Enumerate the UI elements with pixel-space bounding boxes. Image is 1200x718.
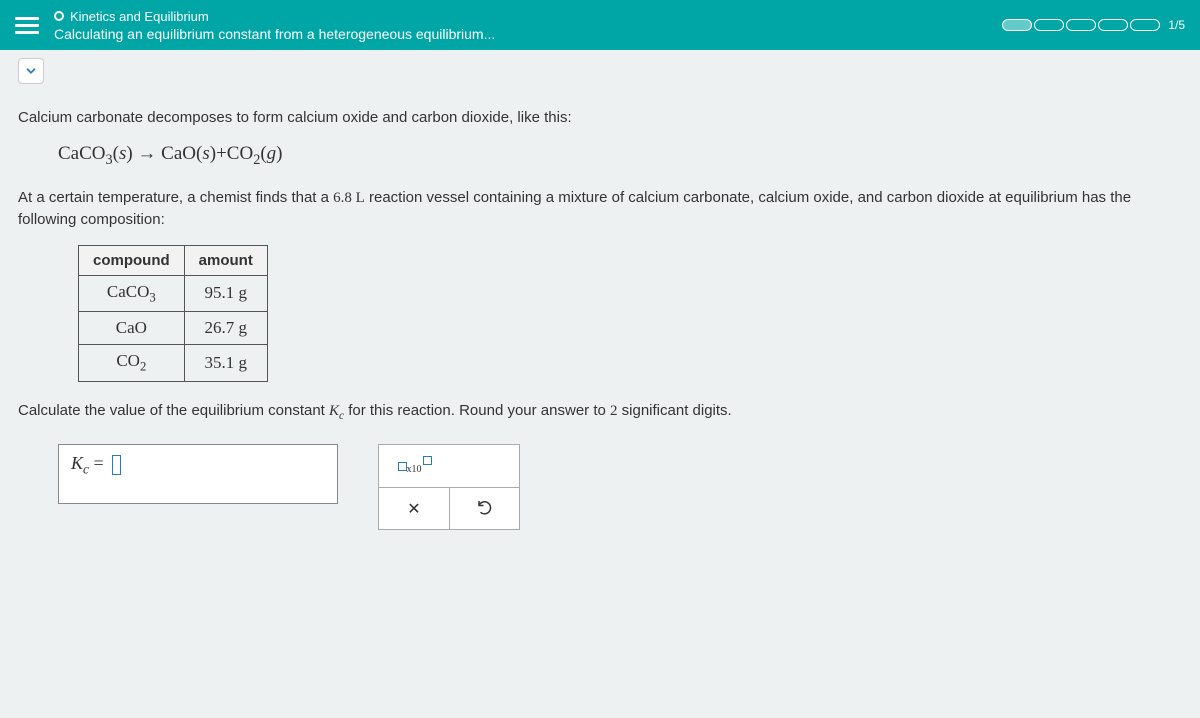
sigfigs: 2 <box>610 403 618 419</box>
amount-cell: 35.1 g <box>184 345 267 381</box>
composition-table: compound amount CaCO3 95.1 g CaO 26.7 g … <box>78 245 268 382</box>
question-part1: Calculate the value of the equilibrium c… <box>18 402 329 419</box>
problem-content: Calcium carbonate decomposes to form cal… <box>0 107 1200 548</box>
progress-seg <box>1066 19 1096 31</box>
progress-seg <box>1130 19 1160 31</box>
sci-notation-button[interactable]: x10 <box>379 445 449 487</box>
subtitle-text: Calculating an equilibrium constant from… <box>54 26 1002 42</box>
close-icon: ✕ <box>407 499 420 519</box>
intro-text: Calcium carbonate decomposes to form cal… <box>18 107 1182 128</box>
reaction-equation: CaCO3(s) → CaO(s)+CO2(g) <box>58 143 1182 169</box>
undo-icon <box>476 498 494 519</box>
input-tools: x10 ✕ <box>378 444 520 530</box>
undo-button[interactable] <box>449 487 519 529</box>
question-text: Calculate the value of the equilibrium c… <box>18 400 1182 425</box>
answer-placeholder-icon <box>112 455 121 475</box>
progress-seg <box>1002 19 1032 31</box>
col-compound: compound <box>79 245 185 275</box>
answer-input[interactable]: Kc = <box>58 444 338 504</box>
progress-bar <box>1002 19 1160 31</box>
topic-label: Kinetics and Equilibrium <box>54 9 1002 24</box>
topic-bullet-icon <box>54 11 64 21</box>
app-header: Kinetics and Equilibrium Calculating an … <box>0 0 1200 50</box>
progress-text: 1/5 <box>1168 18 1185 32</box>
collapse-row <box>0 50 1200 92</box>
volume-value: 6.8 L <box>333 190 365 206</box>
compound-cell: CaO <box>79 312 185 345</box>
question-part2: for this reaction. Round your answer to <box>344 402 610 419</box>
setup-text: At a certain temperature, a chemist find… <box>18 187 1182 230</box>
compound-cell: CaCO3 <box>79 275 185 311</box>
chevron-down-icon <box>24 64 38 78</box>
answer-row: Kc = x10 ✕ <box>58 444 1182 530</box>
sci-label: x10 <box>407 464 422 475</box>
menu-icon[interactable] <box>15 13 39 37</box>
amount-cell: 26.7 g <box>184 312 267 345</box>
question-part3: significant digits. <box>618 402 732 419</box>
topic-text: Kinetics and Equilibrium <box>70 9 209 24</box>
clear-button[interactable]: ✕ <box>379 487 449 529</box>
progress-seg <box>1098 19 1128 31</box>
table-row: CaO 26.7 g <box>79 312 268 345</box>
setup-part1: At a certain temperature, a chemist find… <box>18 189 333 206</box>
progress-seg <box>1034 19 1064 31</box>
collapse-button[interactable] <box>18 58 44 84</box>
col-amount: amount <box>184 245 267 275</box>
table-row: CaCO3 95.1 g <box>79 275 268 311</box>
progress-indicator: 1/5 <box>1002 18 1185 32</box>
table-row: CO2 35.1 g <box>79 345 268 381</box>
amount-cell: 95.1 g <box>184 275 267 311</box>
compound-cell: CO2 <box>79 345 185 381</box>
header-titles: Kinetics and Equilibrium Calculating an … <box>54 9 1002 42</box>
